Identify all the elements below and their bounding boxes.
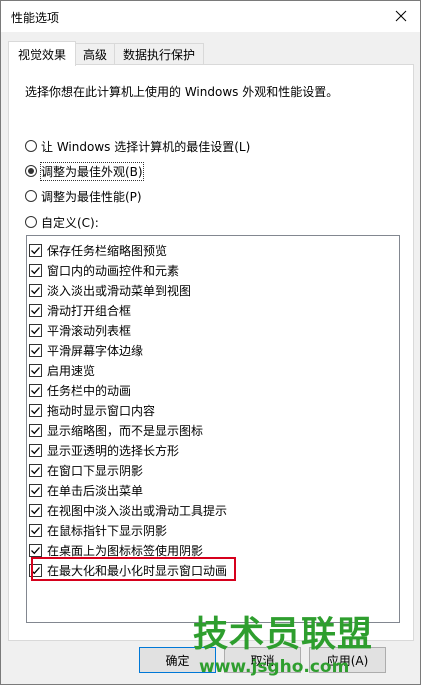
- checkbox-checked[interactable]: [29, 283, 42, 297]
- watermark: 技术员联盟 www.jsgho.com: [189, 613, 421, 686]
- checkbox-checked[interactable]: [29, 243, 42, 257]
- radio-label: 自定义(C):: [41, 215, 99, 230]
- check-icon: [31, 306, 40, 314]
- checkbox-checked[interactable]: [29, 363, 42, 377]
- check-icon: [31, 266, 40, 274]
- option-item[interactable]: 在单击后淡出菜单: [29, 480, 389, 500]
- radio-best-performance[interactable]: 调整为最佳性能(P): [25, 187, 142, 205]
- ok-label: 确定: [165, 653, 190, 668]
- radio-circle[interactable]: [25, 216, 37, 228]
- tab-visual-effects[interactable]: 视觉效果: [8, 41, 76, 66]
- option-item[interactable]: 滑动打开组合框: [29, 300, 389, 320]
- option-item[interactable]: 显示亚透明的选择长方形: [29, 440, 389, 460]
- check-icon: [31, 346, 40, 354]
- option-item[interactable]: 任务栏中的动画: [29, 380, 389, 400]
- option-label: 任务栏中的动画: [47, 383, 132, 398]
- check-icon: [31, 246, 40, 254]
- check-icon: [31, 366, 40, 374]
- option-item[interactable]: 在窗口下显示阴影: [29, 460, 389, 480]
- option-item[interactable]: 在视图中淡入淡出或滑动工具提示: [29, 500, 389, 520]
- option-item[interactable]: 在鼠标指针下显示阴影: [29, 520, 389, 540]
- checkbox-checked[interactable]: [29, 543, 42, 557]
- checkbox-checked[interactable]: [29, 523, 42, 537]
- option-item[interactable]: 拖动时显示窗口内容: [29, 400, 389, 420]
- title-bar[interactable]: 性能选项: [1, 1, 420, 32]
- window-title: 性能选项: [11, 11, 60, 25]
- option-label: 拖动时显示窗口内容: [47, 403, 156, 418]
- radio-circle[interactable]: [25, 190, 37, 202]
- option-item[interactable]: 平滑滚动列表框: [29, 320, 389, 340]
- radio-label: 让 Windows 选择计算机的最佳设置(L): [41, 139, 251, 154]
- option-item[interactable]: 显示缩略图，而不是显示图标: [29, 420, 389, 440]
- option-label: 在窗口下显示阴影: [47, 463, 144, 478]
- check-icon: [31, 406, 40, 414]
- watermark-title: 技术员联盟: [193, 615, 374, 655]
- panel-description: 选择你想在此计算机上使用的 Windows 外观和性能设置。: [25, 85, 339, 99]
- option-label: 在视图中淡入淡出或滑动工具提示: [47, 503, 228, 518]
- option-item[interactable]: 保存任务栏缩略图预览: [29, 240, 389, 260]
- radio-let-windows-choose[interactable]: 让 Windows 选择计算机的最佳设置(L): [25, 137, 250, 155]
- option-label: 平滑滚动列表框: [47, 323, 132, 338]
- check-icon: [31, 466, 40, 474]
- check-icon: [31, 326, 40, 334]
- checkbox-checked[interactable]: [29, 503, 42, 517]
- option-label: 平滑屏幕字体边缘: [47, 343, 144, 358]
- radio-circle[interactable]: [25, 140, 37, 152]
- close-icon: [395, 10, 407, 22]
- radio-best-appearance[interactable]: 调整为最佳外观(B): [25, 161, 144, 181]
- check-icon: [31, 386, 40, 394]
- checkbox-checked[interactable]: [29, 343, 42, 357]
- watermark-url: www.jsgho.com: [199, 657, 350, 677]
- close-button[interactable]: [388, 5, 414, 27]
- check-icon: [31, 546, 40, 554]
- tab-label: 数据执行保护: [122, 47, 195, 62]
- check-icon: [31, 426, 40, 434]
- option-label: 显示亚透明的选择长方形: [47, 443, 180, 458]
- option-label: 滑动打开组合框: [47, 303, 132, 318]
- option-item[interactable]: 窗口内的动画控件和元素: [29, 260, 389, 280]
- radio-label: 调整为最佳外观(B): [40, 161, 144, 181]
- checkbox-checked[interactable]: [29, 263, 42, 277]
- check-icon: [31, 506, 40, 514]
- option-label: 启用速览: [47, 363, 96, 378]
- check-icon: [31, 446, 40, 454]
- radio-circle-checked[interactable]: [25, 165, 37, 177]
- checkbox-checked[interactable]: [29, 383, 42, 397]
- checkbox-checked[interactable]: [29, 303, 42, 317]
- tab-data-execution-prevention[interactable]: 数据执行保护: [114, 43, 204, 64]
- option-label: 窗口内的动画控件和元素: [47, 263, 180, 278]
- checkbox-checked[interactable]: [29, 463, 42, 477]
- radio-label: 调整为最佳性能(P): [41, 189, 142, 204]
- option-label: 在桌面上为图标标签使用阴影: [47, 543, 204, 558]
- option-label: 保存任务栏缩略图预览: [47, 243, 168, 258]
- tab-label: 高级: [82, 47, 107, 62]
- option-item[interactable]: 淡入淡出或滑动菜单到视图: [29, 280, 389, 300]
- option-label: 显示缩略图，而不是显示图标: [47, 423, 204, 438]
- highlight-annotation-box: [31, 557, 236, 581]
- option-label: 淡入淡出或滑动菜单到视图: [47, 283, 192, 298]
- checkbox-checked[interactable]: [29, 323, 42, 337]
- option-item[interactable]: 平滑屏幕字体边缘: [29, 340, 389, 360]
- effects-checkbox-list[interactable]: 在最大化和最小化时显示窗口动画 在桌面上为图标标签使用阴影 在鼠标指针下显示阴影 在视…: [26, 235, 400, 623]
- check-icon: [31, 286, 40, 294]
- option-item[interactable]: 启用速览: [29, 360, 389, 380]
- check-icon: [31, 526, 40, 534]
- visual-effects-panel: 选择你想在此计算机上使用的 Windows 外观和性能设置。 让 Windows…: [8, 64, 414, 641]
- check-icon: [31, 486, 40, 494]
- option-label: 在单击后淡出菜单: [47, 483, 144, 498]
- tab-label: 视觉效果: [17, 47, 66, 62]
- checkbox-checked[interactable]: [29, 483, 42, 497]
- performance-options-dialog: 性能选项 视觉效果 高级 数据执行保护 选择你想在此计算机上使用的 Window…: [0, 0, 421, 685]
- checkbox-checked[interactable]: [29, 403, 42, 417]
- checkbox-checked[interactable]: [29, 423, 42, 437]
- option-label: 在鼠标指针下显示阴影: [47, 523, 168, 538]
- radio-custom[interactable]: 自定义(C):: [25, 213, 99, 231]
- tab-advanced[interactable]: 高级: [73, 43, 117, 64]
- checkbox-checked[interactable]: [29, 443, 42, 457]
